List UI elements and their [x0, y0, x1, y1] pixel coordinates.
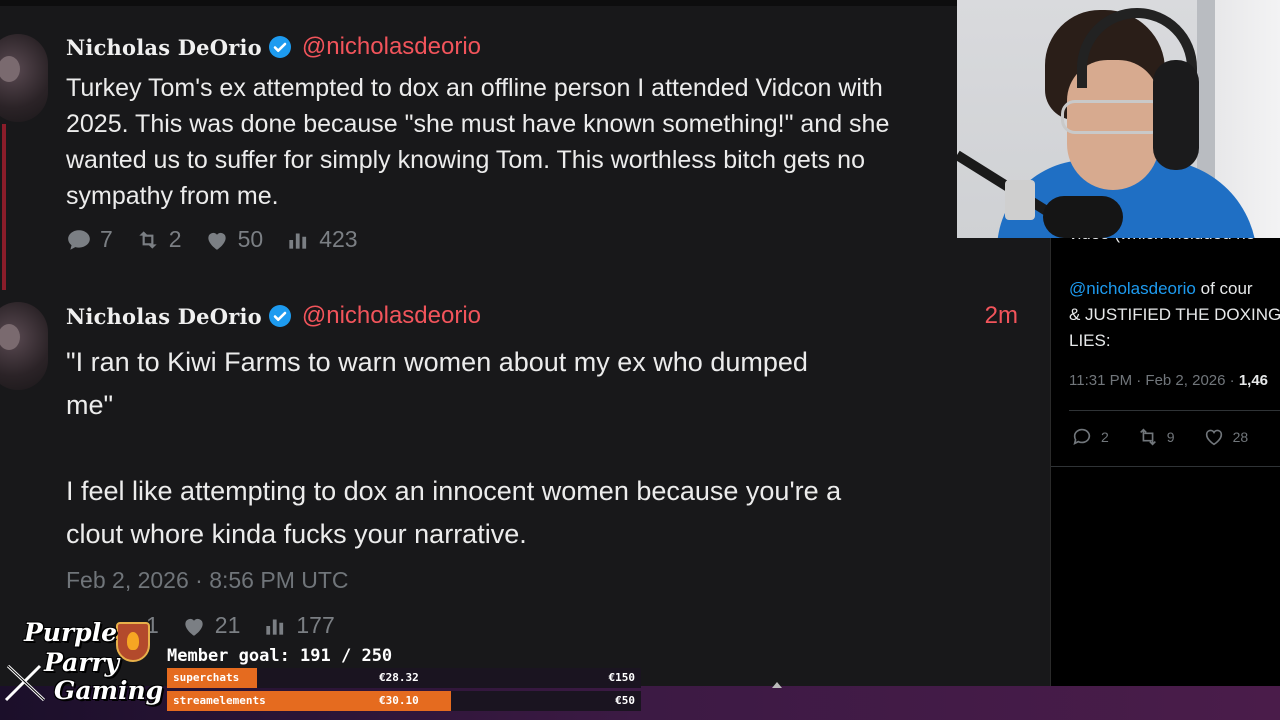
tweet-date[interactable]: Feb 2, 2026 · 8:56 PM UTC	[66, 567, 349, 594]
reply-stat[interactable]: 7	[66, 226, 113, 253]
thread-line	[2, 124, 6, 290]
reply-line-1: of cour	[1195, 279, 1253, 298]
post-meta: 11:31 PM · Feb 2, 2026 · 1,46	[1069, 372, 1268, 389]
retweet-icon	[1139, 428, 1156, 446]
goal-bar-amount: €30.10	[379, 694, 419, 707]
bar-chart-icon	[289, 233, 307, 249]
channel-logo: Purple Parry Gaming	[4, 616, 164, 716]
member-goal-text: Member goal: 191 / 250	[167, 646, 393, 666]
like-count: 50	[237, 226, 264, 252]
logo-line-1: Purple	[24, 618, 118, 647]
glasses	[1061, 100, 1165, 134]
tweet-header: Nicholas DeOrio @nicholasdeorio	[66, 32, 481, 62]
divider	[1051, 466, 1280, 467]
retweet-icon	[139, 230, 157, 249]
like-stat[interactable]: 50	[204, 226, 264, 253]
tweet-thread-view: Nicholas DeOrio @nicholasdeorio Turkey T…	[0, 0, 1050, 690]
post-views: 1,46	[1238, 372, 1269, 389]
reply-button[interactable]: 2	[1071, 426, 1109, 448]
bar-chart-icon	[266, 619, 284, 635]
top-strip	[0, 0, 1050, 6]
tweet-header: Nicholas DeOrio @nicholasdeorio	[66, 301, 481, 331]
microphone	[1043, 196, 1123, 238]
heart-icon	[1205, 429, 1222, 446]
views-count: 177	[296, 612, 335, 638]
streamelements-goal-bar: streamelements €30.10 €50	[167, 691, 641, 711]
comment-icon	[68, 229, 90, 250]
shield-icon	[116, 622, 150, 662]
divider	[1069, 410, 1280, 411]
retweet-count: 2	[168, 226, 182, 252]
reply-count: 2	[1101, 429, 1109, 445]
views-count: 423	[319, 226, 358, 252]
mention-link[interactable]: @nicholasdeorio	[1069, 279, 1196, 298]
reply-text: @nicholasdeorio of cour & JUSTIFIED THE …	[1069, 276, 1280, 354]
verified-badge-icon	[268, 305, 291, 327]
tweet-time-ago[interactable]: 2m	[985, 302, 1018, 330]
superchats-goal-bar: superchats €28.32 €150	[167, 668, 641, 688]
avatar[interactable]	[0, 302, 48, 390]
author-name[interactable]: Nicholas DeOrio	[66, 35, 262, 60]
goal-bar-target: €50	[615, 694, 635, 707]
logo-line-3: Gaming	[54, 676, 164, 705]
retweet-stat[interactable]: 2	[135, 226, 182, 253]
headphone-cup	[1153, 60, 1199, 170]
tweet-text: Turkey Tom's ex attempted to dox an offl…	[66, 74, 890, 210]
mic-clip	[1005, 180, 1035, 220]
tweet-stats: 7 2 50 423	[66, 226, 380, 253]
reply-line-2: & JUSTIFIED THE DOXING	[1069, 305, 1280, 324]
avatar[interactable]	[0, 34, 48, 122]
author-handle[interactable]: @nicholasdeorio	[302, 33, 481, 61]
like-count: 21	[214, 612, 241, 638]
webcam-feed	[957, 0, 1280, 238]
like-count: 28	[1232, 429, 1249, 445]
goal-bar-label: superchats	[173, 671, 240, 684]
post-time[interactable]: 11:31 PM · Feb 2, 2026 ·	[1069, 372, 1239, 389]
views-stat[interactable]: 423	[285, 226, 358, 253]
reply-count: 7	[100, 226, 113, 252]
goal-bar-amount: €28.32	[379, 671, 419, 684]
like-button[interactable]: 28	[1203, 426, 1249, 448]
post-actions: 2 9 28	[1071, 426, 1276, 448]
like-stat[interactable]: 21	[181, 612, 241, 639]
goal-bar-target: €150	[608, 671, 636, 684]
repost-count: 9	[1166, 429, 1175, 445]
author-handle[interactable]: @nicholasdeorio	[302, 302, 481, 330]
verified-badge-icon	[268, 36, 291, 58]
mouse-cursor-icon	[772, 682, 782, 688]
heart-icon	[207, 232, 226, 250]
tweet-text: "I ran to Kiwi Farms to warn women about…	[66, 347, 842, 549]
reply-line-3: LIES:	[1069, 331, 1111, 350]
repost-button[interactable]: 9	[1137, 426, 1175, 448]
views-stat[interactable]: 177	[262, 612, 335, 639]
logo-line-2: Parry	[44, 648, 120, 677]
author-name[interactable]: Nicholas DeOrio	[66, 304, 262, 329]
goal-bar-label: streamelements	[173, 694, 266, 707]
heart-icon	[185, 618, 203, 636]
comment-icon	[1073, 428, 1091, 445]
